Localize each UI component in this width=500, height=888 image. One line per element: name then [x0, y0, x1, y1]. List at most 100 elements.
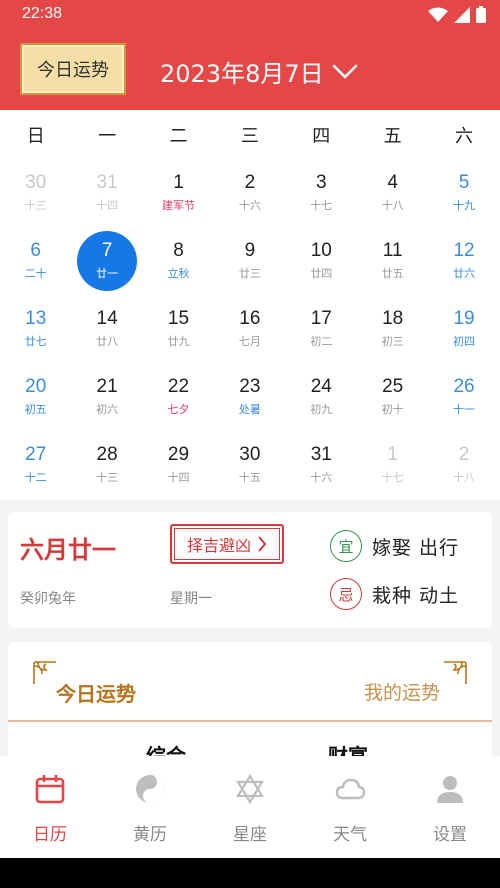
day-number: 2: [244, 172, 256, 193]
calendar-day[interactable]: 1 建军节: [143, 160, 214, 228]
calendar-day[interactable]: 11 廿五: [357, 228, 428, 296]
calendar-day[interactable]: 21 初六: [71, 364, 142, 432]
day-number: 21: [96, 376, 118, 397]
lunar-day-label: 十七: [310, 199, 333, 212]
corner-ornament-icon: [444, 661, 467, 684]
calendar-day[interactable]: 22 七夕: [143, 364, 214, 432]
suitable-items: 嫁娶 出行: [372, 536, 460, 559]
calendar-day[interactable]: 13 廿七: [0, 296, 71, 364]
lunar-day-label: 立秋: [167, 267, 190, 280]
calendar-day[interactable]: 1 十七: [357, 432, 428, 500]
calendar-day[interactable]: 16 七月: [214, 296, 285, 364]
calendar-day[interactable]: 30 十三: [0, 160, 71, 228]
day-number: 4: [387, 172, 398, 193]
weekday-label: 一: [98, 126, 117, 147]
calendar-day[interactable]: 4 十八: [357, 160, 428, 228]
fortune-divider: [8, 720, 492, 722]
calendar-day[interactable]: 30 十五: [214, 432, 285, 500]
lunar-day-label: 处暑: [238, 403, 261, 416]
nav-almanac-label: 黄历: [133, 825, 167, 845]
calendar-day[interactable]: 10 廿四: [286, 228, 357, 296]
weekday-label: 五: [383, 126, 402, 147]
lunar-day-label: 廿五: [381, 267, 404, 280]
nav-almanac[interactable]: 黄历: [100, 756, 200, 858]
nav-weather[interactable]: 天气: [300, 756, 400, 858]
system-navigation-bar: [0, 858, 500, 888]
calendar-day[interactable]: 17 初二: [286, 296, 357, 364]
lunar-day-label: 十三: [24, 199, 47, 212]
calendar-day[interactable]: 15 廿九: [143, 296, 214, 364]
date-title-text: 2023年8月7日: [160, 60, 324, 88]
lunar-day-label: 十一: [453, 403, 476, 416]
weekday-label: 日: [26, 126, 45, 147]
lunar-day-label: 廿四: [310, 267, 333, 280]
auspicious-button[interactable]: 择吉避凶: [170, 524, 284, 564]
calendar-day[interactable]: 19 初四: [428, 296, 499, 364]
calendar-day[interactable]: 2 十八: [428, 432, 499, 500]
lunar-day-label: 廿六: [453, 267, 476, 280]
date-picker-title[interactable]: 2023年8月7日: [160, 54, 358, 89]
nav-calendar[interactable]: 日历: [0, 756, 100, 858]
today-fortune-badge[interactable]: 今日运势: [20, 43, 126, 95]
calendar-day[interactable]: 20 初五: [0, 364, 71, 432]
my-fortune-tab[interactable]: 我的运势: [364, 678, 440, 705]
day-number: 19: [453, 308, 475, 329]
lunar-day-label: 初五: [24, 403, 47, 416]
chevron-down-icon: [332, 64, 357, 78]
day-number: 23: [239, 376, 261, 397]
calendar-day[interactable]: 31 十四: [71, 160, 142, 228]
day-number: 12: [453, 240, 475, 261]
lunar-day-label: 七夕: [167, 403, 190, 416]
calendar-day[interactable]: 14 廿八: [71, 296, 142, 364]
calendar-day[interactable]: 26 十一: [428, 364, 499, 432]
calendar-day[interactable]: 8 立秋: [143, 228, 214, 296]
calendar-day[interactable]: 6 二十: [0, 228, 71, 296]
calendar-day[interactable]: 31 十六: [286, 432, 357, 500]
day-number: 10: [310, 240, 332, 261]
lunar-day-label: 十八: [381, 199, 404, 212]
lunar-day-label: 廿七: [24, 335, 47, 348]
calendar-day[interactable]: 24 初九: [286, 364, 357, 432]
lunar-day-label: 二十: [24, 267, 47, 280]
calendar-day[interactable]: 25 初十: [357, 364, 428, 432]
calendar-day[interactable]: 5 十九: [428, 160, 499, 228]
calendar-day[interactable]: 3 十七: [286, 160, 357, 228]
weekday-text: 星期一: [170, 591, 212, 607]
lunar-day-label: 十三: [96, 471, 119, 484]
avoid-badge: 忌: [330, 578, 362, 610]
calendar-day[interactable]: 23 处暑: [214, 364, 285, 432]
today-fortune-tab[interactable]: 今日运势: [56, 678, 136, 707]
day-number: 13: [25, 308, 47, 329]
lunar-day-label: 廿一: [96, 267, 119, 280]
calendar-day-selected[interactable]: 7 廿一: [71, 228, 142, 296]
star-of-david-icon: [236, 774, 264, 804]
lunar-day-label: 十九: [453, 199, 476, 212]
day-number: 7: [101, 240, 113, 261]
lunar-day-label: 十六: [310, 471, 333, 484]
calendar-day[interactable]: 18 初三: [357, 296, 428, 364]
calendar-day[interactable]: 28 十三: [71, 432, 142, 500]
lunar-day-label: 十五: [238, 471, 261, 484]
day-number: 31: [310, 444, 332, 465]
nav-horoscope[interactable]: 星座: [200, 756, 300, 858]
lunar-day-label: 十二: [24, 471, 47, 484]
lunar-day-label: 廿八: [96, 335, 119, 348]
day-number: 2: [458, 444, 470, 465]
calendar-day[interactable]: 12 廿六: [428, 228, 499, 296]
day-number: 9: [244, 240, 256, 261]
lunar-day-label: 廿三: [238, 267, 261, 280]
day-number: 27: [25, 444, 47, 465]
nav-horoscope-label: 星座: [233, 825, 267, 845]
calendar-day[interactable]: 9 廿三: [214, 228, 285, 296]
lunar-day-label: 初十: [381, 403, 404, 416]
nav-settings[interactable]: 设置: [400, 756, 500, 858]
cloud-icon: [335, 778, 365, 800]
avoid-items: 栽种 动土: [372, 584, 460, 607]
calendar-day[interactable]: 27 十二: [0, 432, 71, 500]
calendar-day[interactable]: 2 十六: [214, 160, 285, 228]
day-number: 8: [173, 240, 184, 261]
status-bar: 22:38: [0, 0, 500, 30]
day-number: 28: [96, 444, 118, 465]
weekday-label: 二: [169, 126, 188, 147]
calendar-day[interactable]: 29 十四: [143, 432, 214, 500]
